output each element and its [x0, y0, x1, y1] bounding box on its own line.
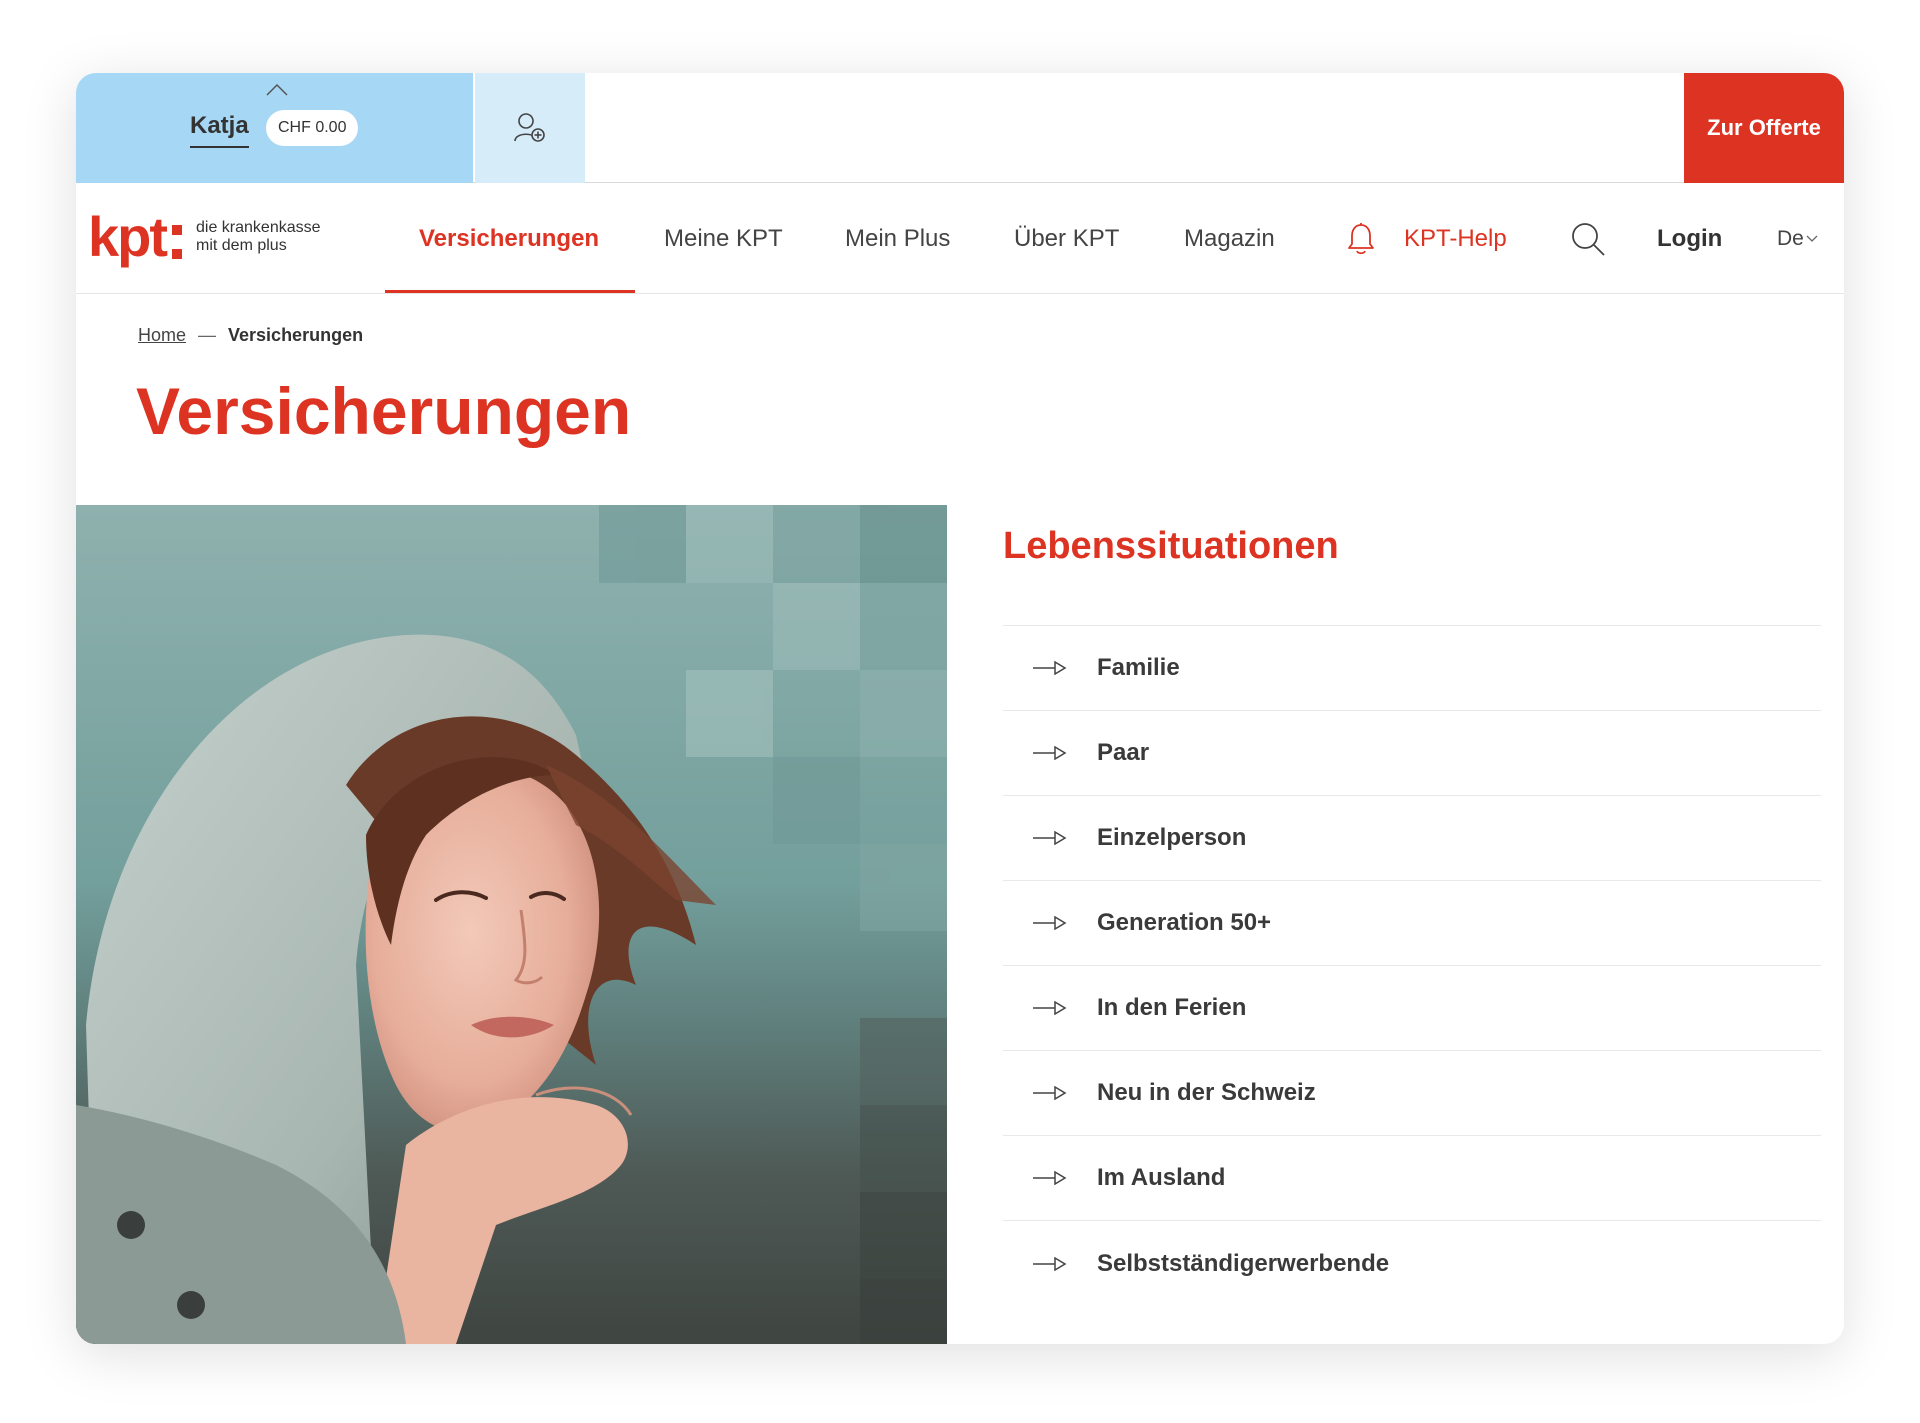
browser-frame: Katja CHF 0.00 Zur Offerte kpt die krank… — [76, 73, 1844, 1344]
situations-list: Familie Paar Einzelperson Generation 50+ — [1003, 625, 1821, 1306]
balance-badge: CHF 0.00 — [266, 110, 359, 146]
arrow-right-icon — [1033, 916, 1067, 930]
list-item-in-den-ferien[interactable]: In den Ferien — [1003, 966, 1821, 1051]
list-item-label: Im Ausland — [1097, 1164, 1226, 1191]
list-item-selbststaendigerwerbende[interactable]: Selbstständigerwerbende — [1003, 1221, 1821, 1306]
add-user-icon — [514, 113, 545, 142]
list-item-label: Generation 50+ — [1097, 909, 1272, 936]
list-item-label: Paar — [1097, 739, 1150, 766]
logo-tagline-line1: die krankenkasse — [196, 219, 321, 236]
breadcrumb-separator: — — [198, 325, 217, 345]
bell-icon — [1348, 222, 1374, 254]
list-item-label: Familie — [1097, 654, 1180, 681]
add-person-button[interactable] — [475, 73, 585, 183]
language-selector[interactable]: De — [1777, 183, 1818, 294]
list-item-einzelperson[interactable]: Einzelperson — [1003, 796, 1821, 881]
list-item-neu-in-der-schweiz[interactable]: Neu in der Schweiz — [1003, 1051, 1821, 1136]
top-bar: Katja CHF 0.00 Zur Offerte — [76, 73, 1844, 183]
arrow-right-icon — [1033, 661, 1067, 675]
offer-button[interactable]: Zur Offerte — [1684, 73, 1844, 183]
logo-wordmark: kpt — [88, 205, 168, 268]
chevron-down-icon — [1806, 235, 1818, 242]
language-label: De — [1777, 226, 1804, 250]
list-item-im-ausland[interactable]: Im Ausland — [1003, 1136, 1821, 1221]
section-title-lebenssituationen: Lebenssituationen — [1003, 525, 1339, 567]
list-item-label: Einzelperson — [1097, 824, 1247, 851]
active-tab-indicator — [385, 290, 635, 293]
list-item-paar[interactable]: Paar — [1003, 711, 1821, 796]
list-item-familie[interactable]: Familie — [1003, 626, 1821, 711]
list-item-label: Neu in der Schweiz — [1097, 1079, 1316, 1106]
logo-colon-icon — [172, 225, 182, 259]
nav-item-magazin[interactable]: Magazin — [1184, 183, 1275, 294]
nav-item-ueber-kpt[interactable]: Über KPT — [1014, 183, 1119, 294]
arrow-right-icon — [1033, 1086, 1067, 1100]
kpt-logo[interactable]: kpt die krankenkasse mit dem plus — [88, 209, 346, 265]
arrow-right-icon — [1033, 746, 1067, 760]
woman-in-hood-photo — [76, 505, 947, 1344]
chevron-up-icon[interactable] — [265, 83, 289, 97]
breadcrumb-current: Versicherungen — [228, 325, 364, 345]
list-item-label: Selbstständigerwerbende — [1097, 1249, 1390, 1277]
arrow-right-icon — [1033, 1171, 1067, 1185]
breadcrumb: Home — Versicherungen — [138, 325, 363, 346]
list-item-generation-50[interactable]: Generation 50+ — [1003, 881, 1821, 966]
list-item-label: In den Ferien — [1097, 994, 1247, 1021]
hero-image — [76, 505, 947, 1344]
page-title: Versicherungen — [136, 374, 632, 448]
profile-switcher[interactable]: Katja CHF 0.00 — [76, 73, 473, 183]
kpt-help-label: KPT-Help — [1404, 224, 1507, 252]
kpt-help-link[interactable]: KPT-Help — [1346, 183, 1507, 294]
nav-item-versicherungen[interactable]: Versicherungen — [419, 183, 599, 294]
arrow-right-icon — [1033, 1256, 1067, 1271]
nav-item-mein-plus[interactable]: Mein Plus — [845, 183, 950, 294]
login-link[interactable]: Login — [1657, 183, 1722, 294]
arrow-right-icon — [1033, 831, 1067, 845]
search-icon[interactable] — [1570, 221, 1606, 257]
nav-item-meine-kpt[interactable]: Meine KPT — [664, 183, 783, 294]
logo-tagline-line2: mit dem plus — [196, 237, 287, 254]
main-navigation: kpt die krankenkasse mit dem plus Versic… — [76, 183, 1844, 294]
breadcrumb-home[interactable]: Home — [138, 325, 186, 346]
arrow-right-icon — [1033, 1001, 1067, 1015]
logo-tagline: die krankenkasse mit dem plus — [196, 219, 346, 255]
profile-name[interactable]: Katja — [190, 112, 249, 148]
